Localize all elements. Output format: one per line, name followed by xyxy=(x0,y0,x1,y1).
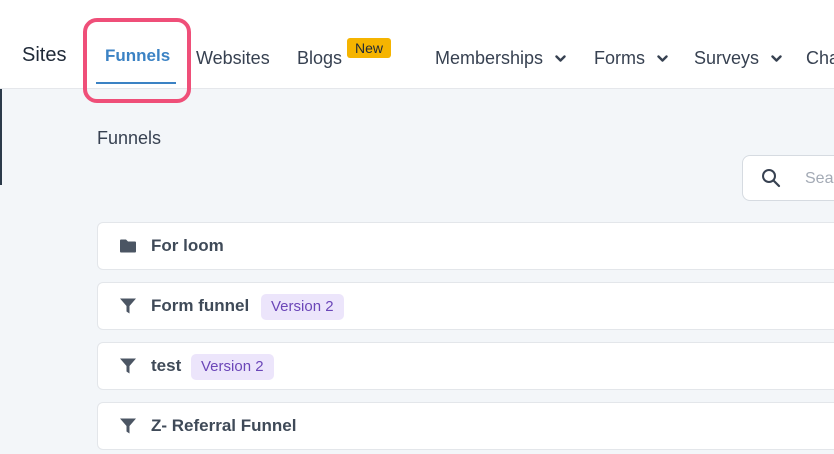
sites-title: Sites xyxy=(22,44,67,66)
row-name: For loom xyxy=(151,236,224,255)
tab-surveys[interactable]: Surveys xyxy=(694,48,782,69)
tab-forms[interactable]: Forms xyxy=(594,48,668,69)
tab-memberships[interactable]: Memberships xyxy=(435,48,566,69)
search-box[interactable] xyxy=(742,155,834,201)
funnels-highlight-box xyxy=(83,18,191,103)
funnel-icon xyxy=(120,358,136,374)
funnel-icon xyxy=(120,418,136,434)
tab-chat[interactable]: Cha xyxy=(806,48,834,69)
list-item[interactable]: Z- Referral Funnel xyxy=(97,402,834,450)
chevron-down-icon xyxy=(657,55,668,62)
list-item[interactable]: test Version 2 xyxy=(97,342,834,390)
version-badge: Version 2 xyxy=(191,354,274,380)
folder-icon xyxy=(120,239,136,253)
list-item[interactable]: For loom xyxy=(97,222,834,270)
tab-forms-label: Forms xyxy=(594,48,645,68)
tab-blogs[interactable]: Blogs xyxy=(297,48,342,69)
row-name: Form funnel xyxy=(151,296,250,315)
top-nav: Sites Funnels Websites Blogs New Members… xyxy=(0,0,834,103)
chevron-down-icon xyxy=(771,55,782,62)
tab-surveys-label: Surveys xyxy=(694,48,760,68)
tab-blogs-label: Blogs xyxy=(297,48,343,68)
tab-chat-label: Cha xyxy=(806,48,834,68)
search-input[interactable] xyxy=(805,168,834,190)
chevron-down-icon xyxy=(555,55,566,62)
new-badge: New xyxy=(347,38,391,58)
tab-memberships-label: Memberships xyxy=(435,48,544,68)
version-badge: Version 2 xyxy=(261,294,344,320)
tab-websites-label: Websites xyxy=(196,48,270,68)
funnel-icon xyxy=(120,298,136,314)
page-title: Funnels xyxy=(97,128,162,148)
tab-websites[interactable]: Websites xyxy=(196,48,270,69)
list-item[interactable]: Form funnel Version 2 xyxy=(97,282,834,330)
row-name: Z- Referral Funnel xyxy=(151,416,297,435)
search-icon xyxy=(762,169,781,188)
row-name: test xyxy=(151,356,182,375)
